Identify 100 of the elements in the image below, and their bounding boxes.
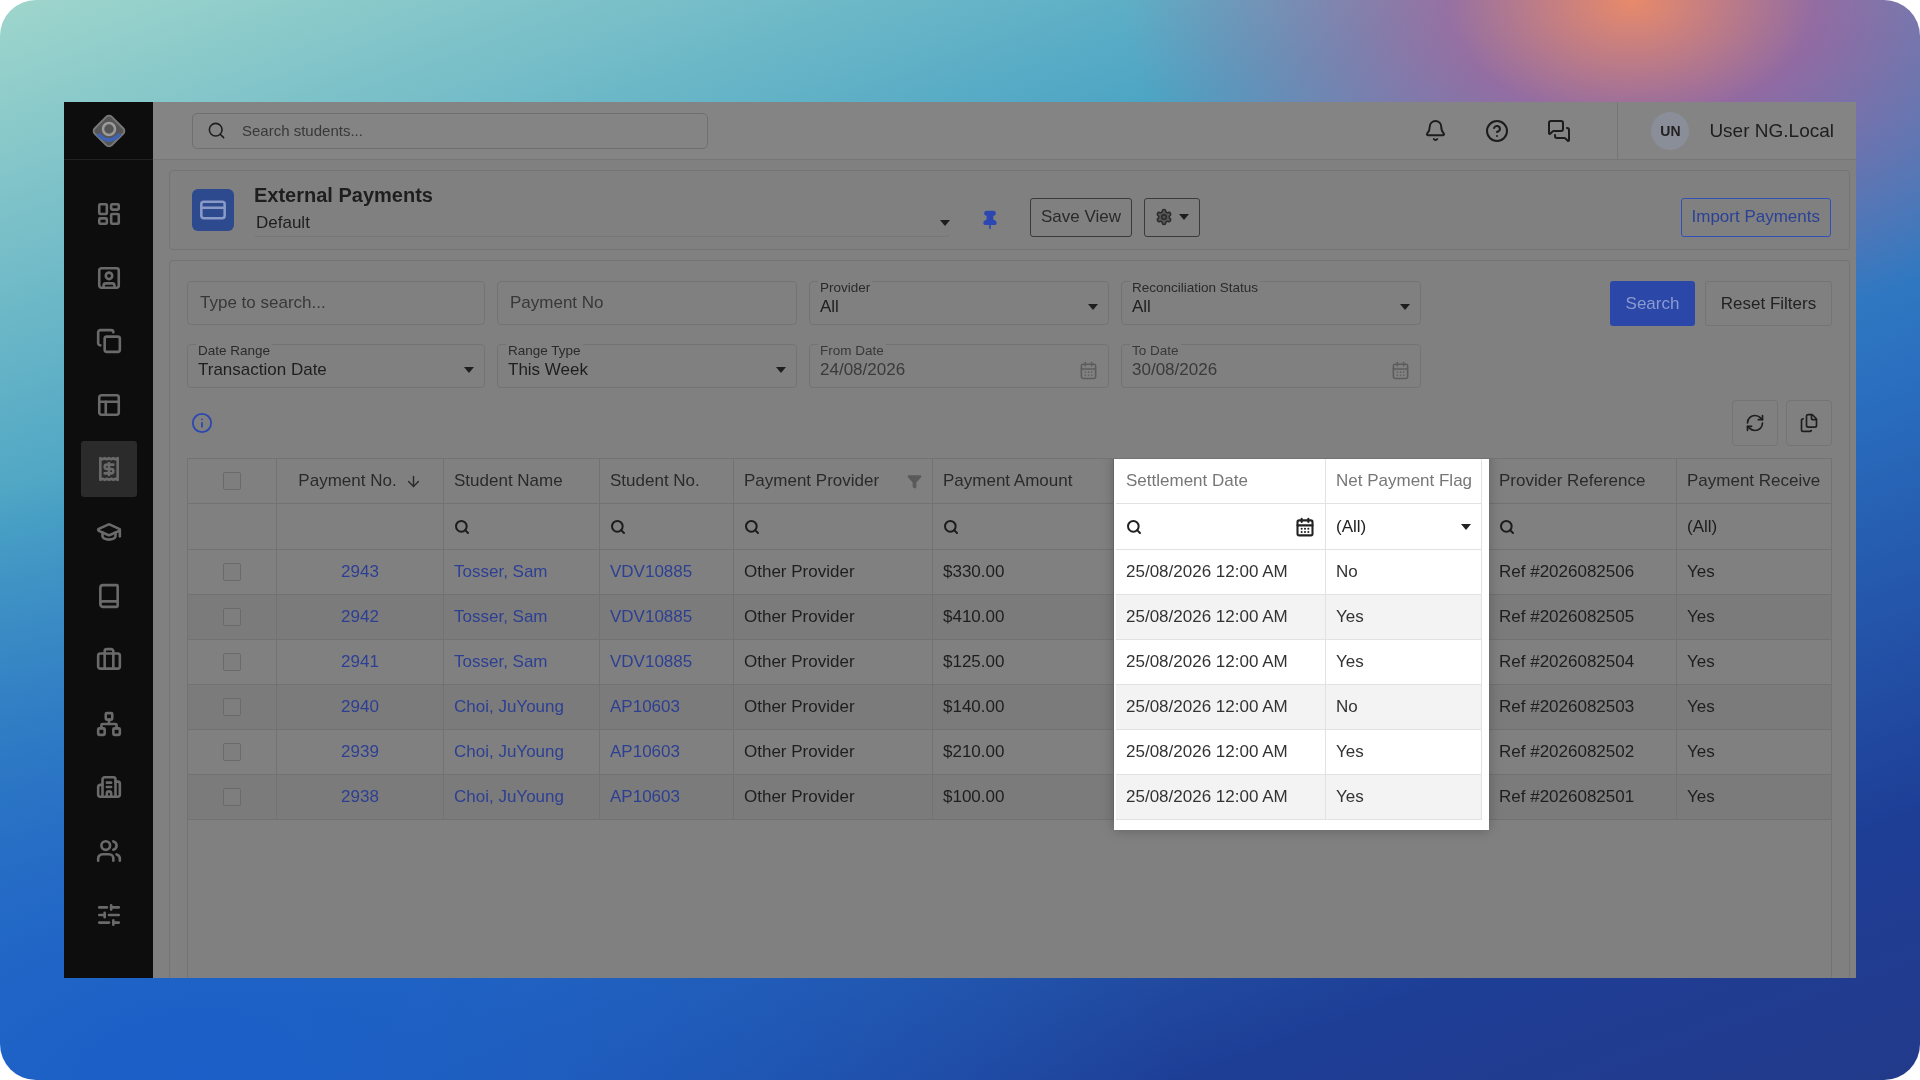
table-link[interactable]: 2939 <box>277 730 444 775</box>
copy-icon <box>95 328 122 355</box>
briefcase-icon <box>95 646 122 673</box>
select-field[interactable]: Date Range Transaction Date <box>187 344 485 388</box>
caret-icon <box>1088 304 1098 310</box>
column-header[interactable]: Payment No. <box>277 459 444 504</box>
search-icon[interactable] <box>1126 518 1142 535</box>
select-field[interactable]: Range Type This Week <box>497 344 797 388</box>
layout-icon <box>95 392 122 419</box>
table-link[interactable]: Choi, JuYoung <box>444 730 600 775</box>
column-header[interactable]: Payment Amount <box>933 459 1114 504</box>
table-link[interactable]: AP10603 <box>600 685 734 730</box>
column-header[interactable]: Provider Reference <box>1489 459 1677 504</box>
table-cell: 25/08/2026 12:00 AM <box>1116 775 1326 820</box>
table-link[interactable]: Tosser, Sam <box>444 595 600 640</box>
field-label: Date Range <box>196 344 273 357</box>
table-link[interactable]: VDV10885 <box>600 550 734 595</box>
search-button[interactable]: Search <box>1610 281 1695 326</box>
filter-cell[interactable] <box>734 504 933 550</box>
field-label: From Date <box>818 344 886 357</box>
select-field[interactable]: Provider All <box>809 281 1109 325</box>
table-cell: Other Provider <box>734 730 933 775</box>
field-value: All <box>1132 297 1152 317</box>
user-avatar[interactable]: UN <box>1651 111 1690 150</box>
contact-card-icon <box>95 264 122 291</box>
caret-icon <box>776 367 786 373</box>
filter-cell[interactable] <box>600 504 734 550</box>
caret-icon <box>1179 214 1189 220</box>
column-header[interactable]: Student No. <box>600 459 734 504</box>
column-label: Payment Amount <box>943 471 1073 491</box>
column-header[interactable]: Settlement Date <box>1116 459 1326 504</box>
save-view-button[interactable]: Save View <box>1030 197 1132 237</box>
field-value: Transaction Date <box>198 360 328 380</box>
export-button[interactable] <box>1786 400 1832 446</box>
chat-icon <box>1547 118 1572 143</box>
view-select[interactable]: Default <box>254 210 950 237</box>
building-icon <box>95 774 122 801</box>
column-label: Student Name <box>454 471 563 491</box>
settings-button[interactable] <box>1144 197 1200 237</box>
refresh-icon <box>1745 413 1765 433</box>
sliders-icon <box>95 901 122 928</box>
table-cell: Other Provider <box>734 640 933 685</box>
sidebar-item[interactable] <box>80 440 137 497</box>
table-cell: Ref #2026082506 <box>1489 550 1677 595</box>
text-input[interactable]: Payment No <box>508 292 786 314</box>
column-label: Student No. <box>610 471 700 491</box>
search-field[interactable]: Search students... <box>192 112 708 149</box>
select-field[interactable]: Reconciliation Status All <box>1121 281 1421 325</box>
messages-button[interactable] <box>1547 118 1572 143</box>
table-link[interactable]: AP10603 <box>600 730 734 775</box>
search-input[interactable]: Search students... <box>240 121 693 140</box>
table-cell: No <box>1326 685 1482 730</box>
table-link[interactable]: VDV10885 <box>600 640 734 685</box>
pin-icon[interactable] <box>980 210 1000 230</box>
table-link[interactable]: Tosser, Sam <box>444 550 600 595</box>
notifications-button[interactable] <box>1424 119 1448 142</box>
users-icon <box>95 837 122 864</box>
table-link[interactable]: 2940 <box>277 685 444 730</box>
table-cell: 25/08/2026 12:00 AM <box>1116 550 1326 595</box>
column-header[interactable]: Student Name <box>444 459 600 504</box>
caret-icon <box>464 367 474 373</box>
table-link[interactable]: Choi, JuYoung <box>444 685 600 730</box>
table-cell: $140.00 <box>933 685 1114 730</box>
user-name: User NG.Local <box>1709 119 1834 142</box>
help-button[interactable] <box>1485 118 1510 143</box>
table-link[interactable]: Choi, JuYoung <box>444 775 600 820</box>
filter-cell[interactable]: (All) <box>1326 504 1482 550</box>
search-field[interactable]: Payment No <box>497 281 797 325</box>
table-cell: 25/08/2026 12:00 AM <box>1116 730 1326 775</box>
files-icon <box>1799 413 1819 433</box>
table-cell: Other Provider <box>734 685 933 730</box>
dashboard-icon <box>95 201 122 227</box>
table-link[interactable]: 2941 <box>277 640 444 685</box>
info-icon[interactable] <box>191 412 213 434</box>
refresh-button[interactable] <box>1732 400 1778 446</box>
table-link[interactable]: AP10603 <box>600 775 734 820</box>
column-header[interactable]: Net Payment Flag <box>1326 459 1482 504</box>
table-cell: $210.00 <box>933 730 1114 775</box>
table-link[interactable]: Tosser, Sam <box>444 640 600 685</box>
table-link[interactable]: 2943 <box>277 550 444 595</box>
reset-filters-button[interactable]: Reset Filters <box>1705 281 1832 326</box>
text-input[interactable]: Type to search... <box>198 292 474 314</box>
table-link[interactable]: VDV10885 <box>600 595 734 640</box>
filter-value: (All) <box>1336 516 1367 537</box>
column-label: Payment Provider <box>744 471 880 491</box>
calendar-icon[interactable] <box>1295 516 1315 537</box>
table-cell: Other Provider <box>734 595 933 640</box>
filter-cell[interactable] <box>1489 504 1677 550</box>
table-cell: Ref #2026082505 <box>1489 595 1677 640</box>
column-header[interactable]: Payment Provider <box>734 459 933 504</box>
column-label: Provider Reference <box>1499 471 1646 491</box>
import-payments-button[interactable]: Import Payments <box>1680 197 1831 237</box>
card-icon <box>192 189 234 231</box>
filter-cell[interactable] <box>933 504 1114 550</box>
filter-cell[interactable] <box>444 504 600 550</box>
search-field[interactable]: Type to search... <box>187 281 485 325</box>
table-link[interactable]: 2942 <box>277 595 444 640</box>
table-cell: $125.00 <box>933 640 1114 685</box>
table-link[interactable]: 2938 <box>277 775 444 820</box>
column-label: Net Payment Flag <box>1336 471 1473 491</box>
